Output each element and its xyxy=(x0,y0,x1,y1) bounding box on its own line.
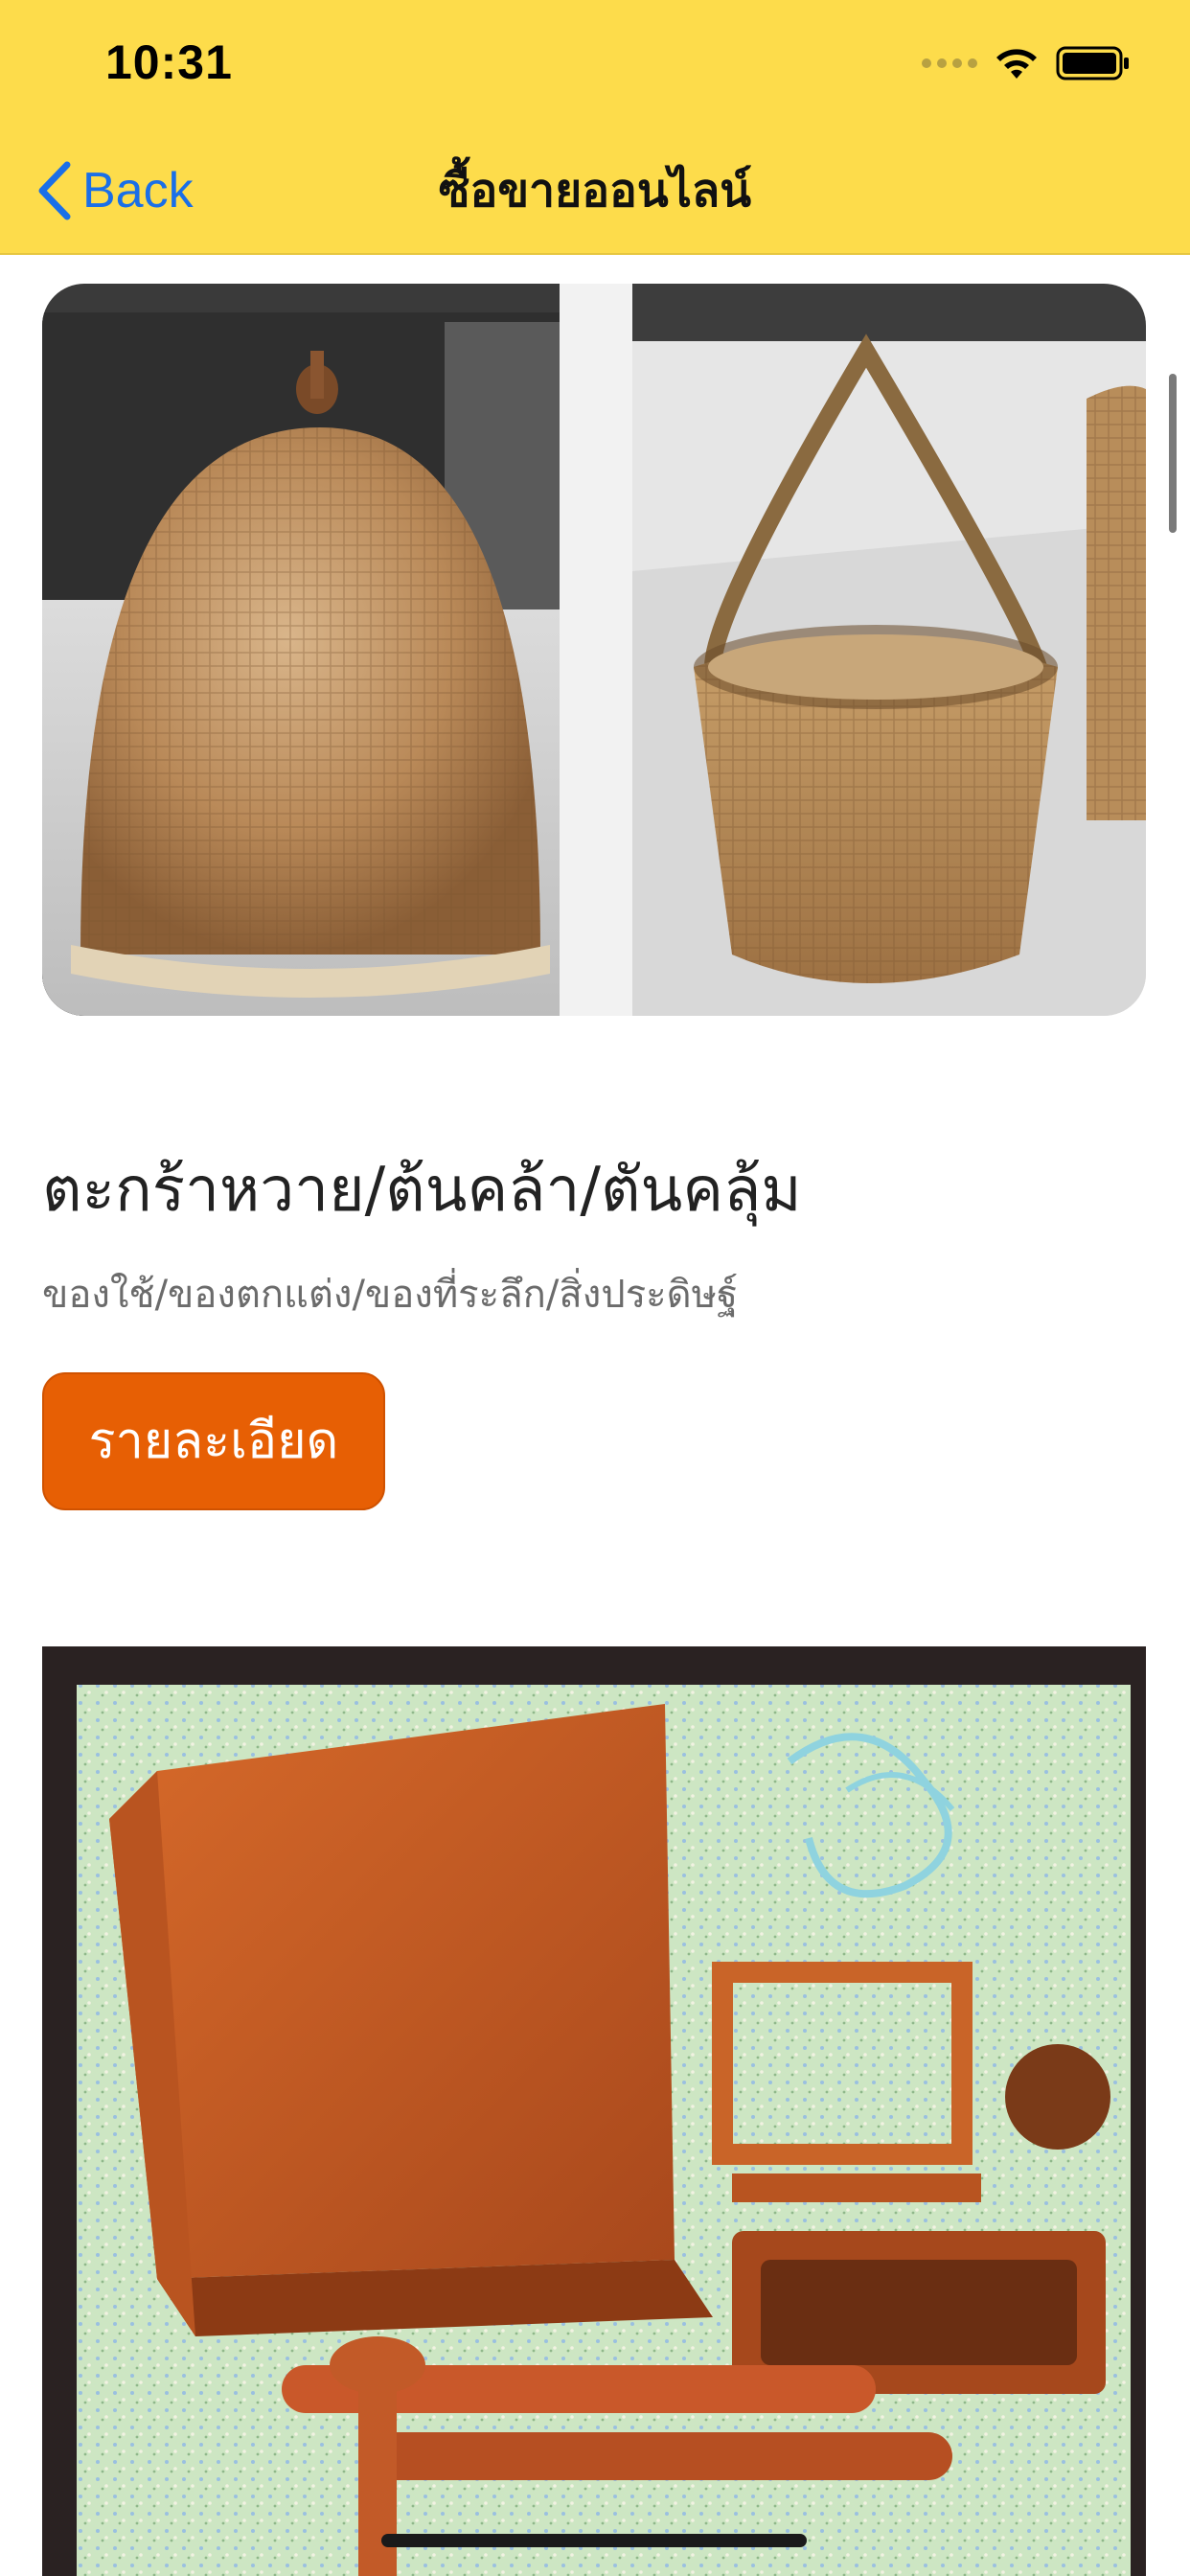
product-image[interactable] xyxy=(42,284,1146,1016)
signal-icon xyxy=(922,58,977,68)
product-category: ของใช้/ของตกแต่ง/ของที่ระลึก/สิ่งประดิษฐ… xyxy=(42,1273,739,1317)
status-icons xyxy=(922,42,1131,84)
wifi-icon xyxy=(996,49,1037,79)
product-image[interactable] xyxy=(42,1646,1146,2576)
status-time: 10:31 xyxy=(105,35,233,89)
product-title: ตะกร้าหวาย/ต้นคล้า/ตันคลุ้ม xyxy=(42,1155,802,1226)
page-title: ซื้อขายออนไลน์ xyxy=(438,164,752,218)
battery-icon xyxy=(1056,46,1129,80)
details-button[interactable]: รายละเอียด xyxy=(42,1372,385,1510)
scrollbar[interactable] xyxy=(1169,374,1177,533)
navigation-header: 10:31 Back ซื้อขายออนไลน์ xyxy=(0,0,1190,255)
wooden-crafts-photo xyxy=(42,1646,1146,2576)
basket-photo xyxy=(42,284,1146,1016)
home-indicator[interactable] xyxy=(381,2534,807,2547)
